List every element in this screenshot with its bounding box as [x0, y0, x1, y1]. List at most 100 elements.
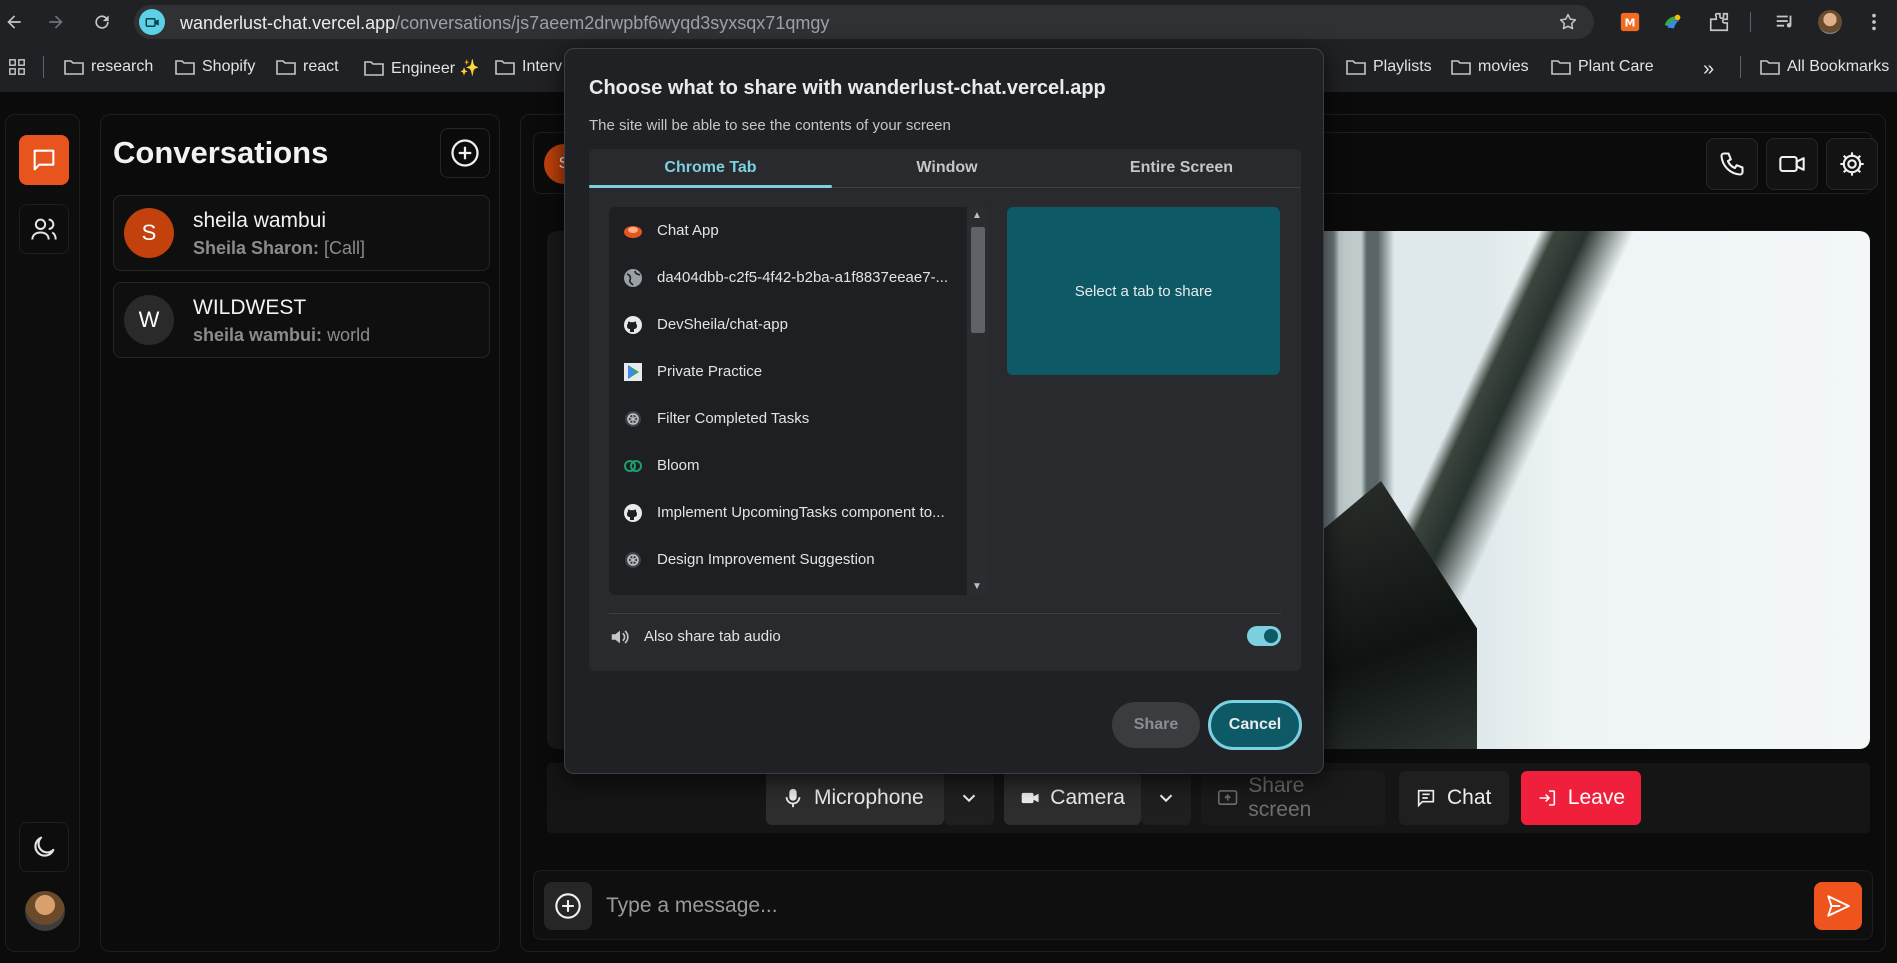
moon-icon [34, 836, 55, 857]
openai-icon [623, 409, 643, 429]
github-icon [623, 315, 643, 335]
tab-list-item[interactable]: Private Practice [609, 348, 964, 395]
more-bookmarks-button[interactable]: » [1703, 58, 1714, 81]
dialog-subtitle: The site will be able to see the content… [589, 117, 951, 134]
tab-list-scrollbar[interactable]: ▲ ▼ [967, 207, 989, 595]
audio-share-toggle[interactable] [1247, 626, 1281, 646]
profile-avatar[interactable] [1818, 10, 1842, 34]
bookmark-folder-movies[interactable]: movies [1451, 58, 1529, 76]
bookmark-label: Playlists [1373, 58, 1432, 75]
chevron-down-icon [1159, 794, 1173, 803]
reload-button[interactable] [88, 8, 116, 36]
leave-label: Leave [1567, 786, 1625, 809]
last-message-text: world [327, 325, 371, 345]
bookmark-star-icon[interactable] [1558, 12, 1578, 32]
bookmarks-divider [43, 56, 44, 78]
bookmark-label: Engineer ✨ [391, 60, 480, 77]
message-input[interactable] [606, 889, 1756, 923]
phone-icon [1720, 152, 1744, 176]
tab-window[interactable]: Window [832, 159, 1062, 177]
bookmark-folder-research[interactable]: research [64, 58, 153, 76]
microphone-button[interactable]: Microphone [766, 771, 944, 825]
tab-list-item[interactable]: Chat App [609, 207, 964, 254]
microphone-options-button[interactable] [944, 771, 994, 825]
tab-list: Chat App da404dbb-c2f5-4f42-b2ba-a1f8837… [609, 207, 989, 595]
microphone-label: Microphone [814, 786, 924, 809]
forward-button[interactable] [42, 8, 70, 36]
extensions-puzzle-icon[interactable] [1707, 10, 1731, 34]
tab-chrome-tab[interactable]: Chrome Tab [589, 159, 832, 177]
apps-grid-icon[interactable] [7, 58, 27, 76]
tab-list-label: Design Improvement Suggestion [657, 551, 875, 568]
media-control-icon[interactable] [1773, 10, 1797, 34]
share-preview: Select a tab to share [1007, 207, 1280, 375]
tab-list-item[interactable]: Design Improvement Suggestion [609, 536, 964, 583]
openai-icon [623, 550, 643, 570]
url-text[interactable]: wanderlust-chat.vercel.app/conversations… [180, 13, 829, 34]
bookmark-folder-shopify[interactable]: Shopify [175, 58, 255, 76]
all-bookmarks-label: All Bookmarks [1787, 58, 1890, 75]
share-button[interactable]: Share [1112, 702, 1200, 748]
chevron-down-icon [962, 794, 976, 803]
all-bookmarks-button[interactable]: All Bookmarks [1760, 58, 1889, 76]
bookmark-folder-engineer[interactable]: Engineer ✨ [364, 58, 479, 78]
user-avatar[interactable] [25, 891, 65, 931]
leave-call-button[interactable]: Leave [1521, 771, 1641, 825]
back-button[interactable] [0, 8, 28, 36]
send-button[interactable] [1814, 882, 1862, 930]
extension-mi-icon[interactable]: M [1618, 10, 1642, 34]
bookmark-folder-interv[interactable]: Interv [495, 58, 562, 76]
send-icon [1827, 895, 1850, 917]
extension-colorful-icon[interactable] [1661, 10, 1685, 34]
tab-list-label: DevSheila/chat-app [657, 316, 788, 333]
theme-toggle-button[interactable] [19, 822, 69, 872]
conversation-item[interactable]: S sheila wambui Sheila Sharon: [Call] [113, 195, 490, 271]
conversation-name: sheila wambui [193, 209, 327, 232]
plus-circle-icon [555, 893, 581, 919]
url-host: wanderlust-chat.vercel.app [180, 13, 396, 33]
browser-toolbar: wanderlust-chat.vercel.app/conversations… [0, 0, 1897, 44]
bookmark-label: Interv [522, 58, 563, 75]
voice-call-button[interactable] [1706, 138, 1758, 190]
tab-list-item[interactable]: Implement UpcomingTasks component to... [609, 489, 964, 536]
dialog-body: Chrome Tab Window Entire Screen Chat App… [589, 149, 1301, 671]
chrome-menu-icon[interactable] [1862, 10, 1886, 34]
conversation-item[interactable]: W WILDWEST sheila wambui: world [113, 282, 490, 358]
scroll-up-icon[interactable]: ▲ [972, 210, 982, 221]
camera-in-use-icon[interactable] [139, 9, 165, 35]
tab-entire-screen[interactable]: Entire Screen [1062, 159, 1301, 177]
message-composer [533, 870, 1873, 940]
settings-button[interactable] [1826, 138, 1878, 190]
chevron-double-right-icon: » [1703, 58, 1715, 80]
video-call-button[interactable] [1766, 138, 1818, 190]
chat-label: Chat [1447, 786, 1492, 809]
svg-text:M: M [1625, 17, 1636, 30]
bookmark-label: research [91, 58, 154, 75]
bloom-icon [623, 456, 643, 476]
bookmark-folder-plant-care[interactable]: Plant Care [1551, 58, 1654, 76]
nav-chats-button[interactable] [19, 135, 69, 185]
scroll-down-icon[interactable]: ▼ [972, 581, 982, 592]
tab-list-item[interactable]: Filter Completed Tasks [609, 395, 964, 442]
bookmark-label: Plant Care [1578, 58, 1654, 75]
globe-icon [623, 268, 643, 288]
speaker-icon [611, 630, 629, 644]
screen-share-dialog: Choose what to share with wanderlust-cha… [564, 48, 1324, 774]
bookmark-folder-react[interactable]: react [276, 58, 339, 76]
chat-button[interactable]: Chat [1399, 771, 1509, 825]
scroll-thumb[interactable] [971, 227, 985, 333]
camera-button[interactable]: Camera [1004, 771, 1141, 825]
nav-contacts-button[interactable] [19, 204, 69, 254]
tab-list-label: da404dbb-c2f5-4f42-b2ba-a1f8837eeae7-... [657, 269, 949, 286]
bookmark-folder-playlists[interactable]: Playlists [1346, 58, 1432, 76]
tab-list-item[interactable]: Bloom [609, 442, 964, 489]
tab-list-item[interactable]: DevSheila/chat-app [609, 301, 964, 348]
attach-button[interactable] [544, 882, 592, 930]
new-conversation-button[interactable] [440, 128, 490, 178]
camera-options-button[interactable] [1141, 771, 1191, 825]
address-bar[interactable]: wanderlust-chat.vercel.app/conversations… [134, 5, 1594, 39]
arrow-left-icon [7, 15, 21, 29]
share-screen-button[interactable]: Share screen [1201, 771, 1385, 825]
cancel-button[interactable]: Cancel [1208, 700, 1302, 750]
tab-list-item[interactable]: da404dbb-c2f5-4f42-b2ba-a1f8837eeae7-... [609, 254, 964, 301]
